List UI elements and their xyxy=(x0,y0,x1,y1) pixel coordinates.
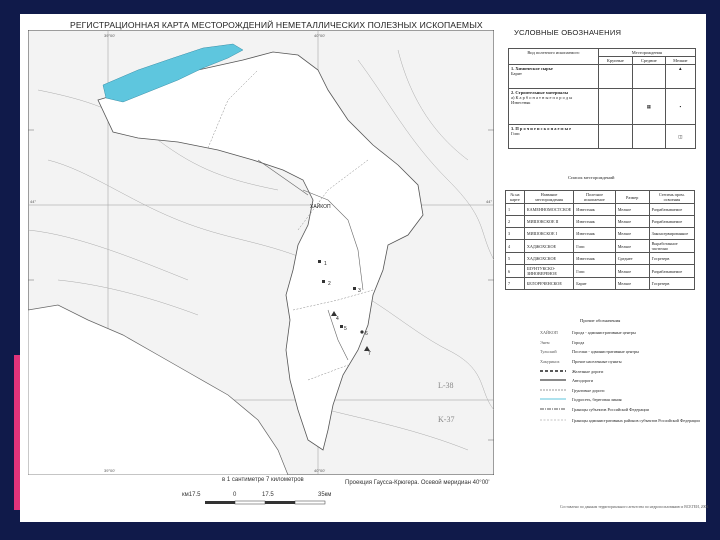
scale-tick: 17.5 xyxy=(262,492,274,498)
footnote: Составлено по данным территориального аг… xyxy=(560,505,709,509)
table-row: 3 МИШОКСКОЕ I Известняк Мелкое Законсервиров… xyxy=(505,227,696,240)
parallel-label: 44° xyxy=(30,199,36,204)
table-row: 1 КАМЕННОМОСТСКОЕ Известняк Мелкое Разрабаты… xyxy=(505,203,696,216)
meridian-label: 40°00' xyxy=(314,33,325,38)
deposit-number: 3 xyxy=(358,288,361,294)
meridian-label: 39°00' xyxy=(104,33,115,38)
right-frame-band xyxy=(706,0,720,540)
table-row: 5 ХАДЖОХСКОЕ Известняк Среднее Госрезерв xyxy=(505,252,696,265)
list-item: Границы субъектов Российской Федерации xyxy=(540,405,700,415)
table-row: 2 МИШОКСКОЕ II Известняк Мелкое Разрабатывае… xyxy=(505,215,696,228)
legend-title: УСЛОВНЫЕ ОБОЗНАЧЕНИЯ xyxy=(514,28,622,37)
limestone-medium-icon: ▦ xyxy=(646,103,651,109)
deposits-header: Степень пром. освоения xyxy=(648,190,696,204)
list-item: ХАЙКОП Города - административные центры xyxy=(540,330,636,336)
legend-row: 1. Химическое сырье Барит xyxy=(508,64,599,89)
legend-size-medium: Средние xyxy=(631,56,666,65)
hydro-symbol-icon xyxy=(540,398,566,400)
list-item: Границы административных районов субъект… xyxy=(540,414,700,426)
legend-size-large: Крупные xyxy=(597,56,633,65)
sheet-label: K-37 xyxy=(438,415,454,424)
other-legend: ХАЙКОП Города - административные центры Э… xyxy=(540,328,700,426)
bottom-frame-band xyxy=(0,522,720,540)
federal-border-symbol-icon xyxy=(540,408,566,410)
gypsum-symbol-icon: ◫ xyxy=(678,133,683,139)
scale-tick: 35км xyxy=(318,492,332,498)
other-title: Прочие обозначения xyxy=(580,318,621,323)
meridian-label: 39°00' xyxy=(104,468,115,473)
deposit-number: 5 xyxy=(344,326,347,332)
city-label: ХАЙКОП xyxy=(310,202,331,210)
deposit-number: 2 xyxy=(328,281,331,287)
scale-tick: км17.5 xyxy=(182,492,201,498)
list-item: Хакуринох Прочие населенные пункты xyxy=(540,359,622,365)
scale-text: в 1 сантиметре 7 километров xyxy=(222,477,304,483)
district-border-symbol-icon xyxy=(540,419,566,421)
deposit-number: 4 xyxy=(336,316,339,322)
legend-row: 2. Строительные материалы а) К а р б о н … xyxy=(508,88,599,125)
railway-symbol-icon xyxy=(540,369,566,372)
list-item: Энем Города xyxy=(540,339,585,345)
legend-row: 3. П р о ч и е и с к о п а е м ы е Гипс xyxy=(508,124,599,149)
deposits-header: № на карте xyxy=(505,190,525,204)
deposit-number: 1 xyxy=(324,261,327,267)
list-item: Автодороги xyxy=(540,376,700,386)
scale-tick: 0 xyxy=(233,492,237,498)
legend-size-small: Мелкие xyxy=(664,56,697,65)
barite-symbol-icon: ▲ xyxy=(678,66,683,71)
deposits-header: Полезное ископаемое xyxy=(573,190,616,204)
deposits-header: Название месторождения xyxy=(523,190,575,204)
map-canvas: ХАЙКОП 1 2 3 4 5 6 7 L-38 K-37 39°00' 40… xyxy=(28,30,494,475)
table-row: 4 ХАДЖОХСКОЕ Гипс Мелкое Выработанное частич… xyxy=(505,239,696,253)
list-item: Тульский Поселки - административные центр… xyxy=(540,349,639,355)
dirt-road-symbol-icon xyxy=(540,389,566,391)
parallel-label: 44° xyxy=(486,199,492,204)
table-row: 6 ШУНТУКСКО-ЗИНОВЕРЕНОЕ Гипс Мелкое Разрабат… xyxy=(505,264,696,278)
list-item: Гидросеть, береговая линия xyxy=(540,395,700,405)
deposit-number: 6 xyxy=(365,331,368,337)
road-symbol-icon xyxy=(540,379,566,381)
deposits-header: Размер xyxy=(614,190,650,204)
deposits-title: Список месторождений xyxy=(568,175,615,180)
legend-table: Вид полезного ископаемого Месторождения … xyxy=(508,48,697,149)
list-item: Железные дороги xyxy=(540,366,700,376)
map-title: РЕГИСТРАЦИОННАЯ КАРТА МЕСТОРОЖДЕНИЙ НЕМЕ… xyxy=(70,20,483,30)
legend-header-deposits: Месторождения xyxy=(597,48,697,57)
projection-text: Проекция Гаусса-Крюгера. Осевой меридиан… xyxy=(345,480,490,486)
meridian-label: 40°00' xyxy=(314,468,325,473)
deposit-number: 7 xyxy=(368,351,371,357)
table-row: 7 БЕЛОРЕЧЕНСКОЕ Барит Мелкое Госрезерв xyxy=(505,277,696,290)
legend-header-type: Вид полезного ископаемого xyxy=(508,48,599,65)
list-item: Грунтовые дороги xyxy=(540,386,700,396)
sheet-label: L-38 xyxy=(438,381,454,390)
limestone-small-icon: ▪ xyxy=(679,104,682,109)
deposits-table: № на карте Название месторождения Полезн… xyxy=(505,190,696,290)
